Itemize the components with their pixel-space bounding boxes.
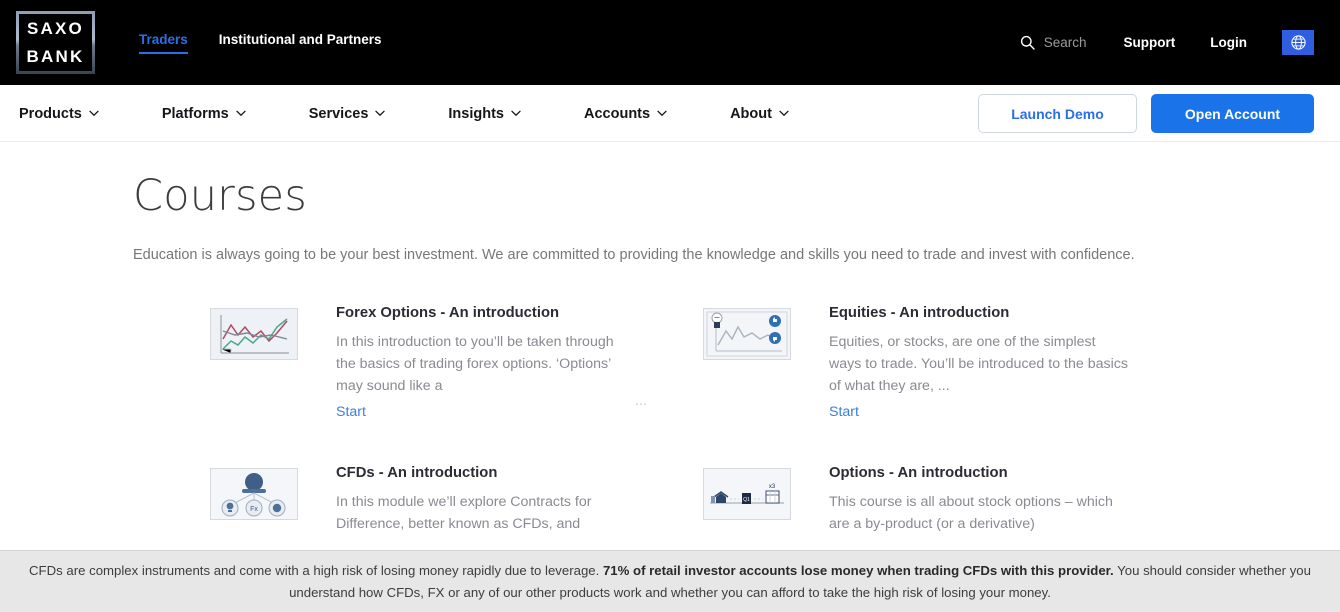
- equities-chart-thumbnail: [703, 308, 791, 360]
- course-card[interactable]: Fx CFDs - An introduction In this module…: [210, 465, 703, 535]
- logo-inner: SAXO BANK: [19, 14, 92, 71]
- course-start-link[interactable]: Start: [829, 404, 859, 420]
- thumbnail-graphic: Q1 x3: [704, 469, 790, 519]
- search-label: Search: [1043, 35, 1087, 50]
- nav-action-buttons: Launch Demo Open Account: [978, 85, 1314, 142]
- nav-item-accounts[interactable]: Accounts: [584, 106, 667, 122]
- nav-item-services[interactable]: Services: [309, 106, 386, 122]
- course-description: In this introduction to you’ll be taken …: [336, 334, 614, 394]
- page-subtitle: Education is always going to be your bes…: [133, 247, 1135, 263]
- thumbnail-graphic: [211, 309, 297, 359]
- nav-item-products[interactable]: Products: [19, 106, 99, 122]
- course-card[interactable]: Forex Options - An introduction In this …: [210, 305, 703, 421]
- audience-tabs: Traders Institutional and Partners: [139, 32, 413, 54]
- nav-label: Insights: [448, 105, 504, 122]
- top-header-bar: SAXO BANK Traders Institutional and Part…: [0, 0, 1340, 85]
- risk-disclaimer-bar: CFDs are complex instruments and come wi…: [0, 550, 1340, 612]
- nav-item-platforms[interactable]: Platforms: [162, 106, 246, 122]
- chevron-down-icon: [236, 110, 246, 117]
- tab-institutional-and-partners[interactable]: Institutional and Partners: [219, 32, 382, 52]
- support-link[interactable]: Support: [1124, 35, 1176, 50]
- course-title: Forex Options - An introduction: [336, 305, 560, 321]
- disclaimer-part-1: CFDs are complex instruments and come wi…: [29, 562, 600, 578]
- course-description-ellipsis: ...: [635, 393, 647, 409]
- globe-icon: [1290, 35, 1306, 50]
- nav-label: Accounts: [584, 105, 651, 122]
- course-card-body: CFDs - An introduction In this module we…: [336, 465, 636, 535]
- chevron-down-icon: [89, 110, 99, 117]
- nav-item-about[interactable]: About: [730, 106, 789, 122]
- nav-label: Services: [308, 105, 369, 122]
- network-diagram-thumbnail: Fx: [210, 468, 298, 520]
- course-card-body: Equities - An introduction Equities, or …: [829, 305, 1129, 421]
- logo-text-bank: BANK: [26, 47, 85, 67]
- primary-nav-bar: Products Platforms Services Insights Acc…: [0, 85, 1340, 142]
- course-description: This course is all about stock options –…: [829, 494, 1113, 532]
- search-icon: [1020, 35, 1035, 50]
- thumbnail-graphic: [704, 309, 790, 359]
- course-start-link[interactable]: Start: [336, 404, 366, 420]
- launch-demo-button[interactable]: Launch Demo: [978, 94, 1137, 133]
- svg-text:Fx: Fx: [250, 506, 258, 513]
- logo-top-half: SAXO: [19, 14, 92, 43]
- course-card-body: Options - An introduction This course is…: [829, 465, 1129, 535]
- nav-item-insights[interactable]: Insights: [448, 106, 521, 122]
- course-card[interactable]: Q1 x3 Options - An introduction This cou…: [703, 465, 1196, 535]
- logo-text-saxo: SAXO: [27, 18, 84, 38]
- search-button[interactable]: Search: [1020, 35, 1087, 50]
- svg-text:x3: x3: [769, 484, 776, 490]
- course-title: Options - An introduction: [829, 465, 1008, 481]
- saxo-bank-logo[interactable]: SAXO BANK: [16, 11, 95, 74]
- primary-nav-items: Products Platforms Services Insights Acc…: [19, 85, 852, 142]
- language-selector-button[interactable]: [1282, 30, 1314, 55]
- course-card[interactable]: Equities - An introduction Equities, or …: [703, 305, 1196, 421]
- svg-text:Q1: Q1: [743, 497, 750, 503]
- thumbnail-graphic: Fx: [211, 469, 297, 519]
- nav-label: Products: [19, 105, 82, 122]
- disclaimer-bold-statistic: 71% of retail investor accounts lose mon…: [602, 562, 1114, 578]
- course-title: Equities - An introduction: [829, 305, 1010, 321]
- chevron-down-icon: [779, 110, 789, 117]
- course-description: In this module we’ll explore Contracts f…: [336, 494, 592, 532]
- course-title: CFDs - An introduction: [336, 465, 498, 481]
- page-title: Courses: [133, 171, 307, 221]
- nav-label: About: [730, 105, 772, 122]
- logo-bottom-half: BANK: [19, 42, 92, 71]
- line-chart-thumbnail: [210, 308, 298, 360]
- course-description: Equities, or stocks, are one of the simp…: [829, 334, 1128, 394]
- header-utility-nav: Search Support Login: [1020, 0, 1314, 85]
- risk-disclaimer-text: CFDs are complex instruments and come wi…: [20, 560, 1320, 604]
- login-link[interactable]: Login: [1210, 35, 1247, 50]
- course-card-body: Forex Options - An introduction In this …: [336, 305, 636, 421]
- houses-x3-thumbnail: Q1 x3: [703, 468, 791, 520]
- courses-grid: Forex Options - An introduction In this …: [210, 305, 1210, 535]
- open-account-button[interactable]: Open Account: [1151, 94, 1314, 133]
- chevron-down-icon: [511, 110, 521, 117]
- tab-traders[interactable]: Traders: [139, 32, 188, 54]
- nav-label: Platforms: [161, 105, 229, 122]
- chevron-down-icon: [657, 110, 667, 117]
- chevron-down-icon: [375, 110, 386, 117]
